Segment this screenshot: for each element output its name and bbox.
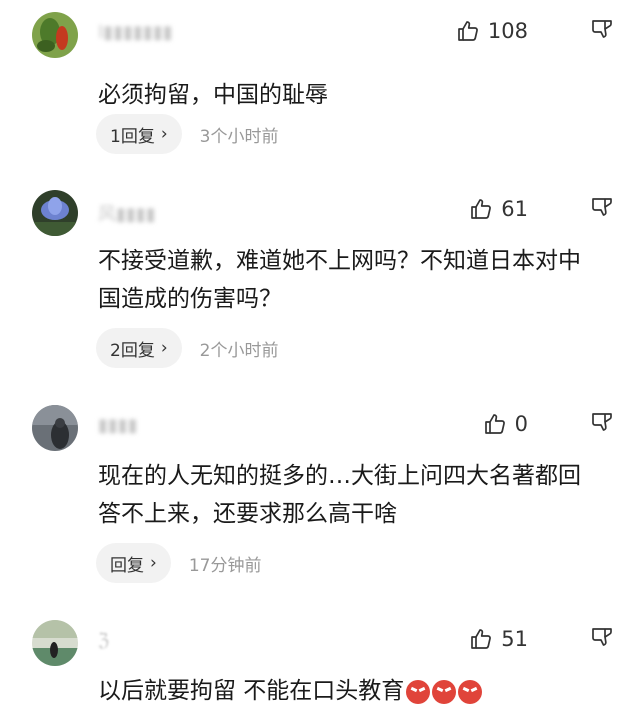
comment-text: 必须拘留，中国的耻辱 bbox=[98, 82, 328, 108]
comment-text: 不接受道歉，难道她不上网吗？不知道日本对中国造成的伤害吗？ bbox=[98, 248, 581, 312]
comment-meta: 回复 › 17分钟前 bbox=[96, 543, 261, 583]
chevron-right-icon: › bbox=[150, 553, 157, 573]
comment-item: 风▮▮▮▮ 61 不接受道歉，难道她不上网吗？不知道日本对中国造成的伤害吗？ 2… bbox=[0, 190, 640, 380]
like-button[interactable]: 51 bbox=[469, 624, 528, 654]
like-button[interactable]: 61 bbox=[469, 194, 528, 224]
timestamp: 2个小时前 bbox=[199, 340, 279, 361]
username[interactable]: I▮▮▮▮▮▮▮ bbox=[98, 22, 173, 43]
comment-item: I▮▮▮▮▮▮▮ 108 必须拘留，中国的耻辱 1回复 › 3个小时前 bbox=[0, 12, 640, 162]
thumbs-up-icon bbox=[458, 21, 478, 41]
thumbs-down-icon[interactable] bbox=[590, 196, 614, 220]
avatar[interactable] bbox=[32, 405, 78, 451]
like-button[interactable]: 0 bbox=[483, 409, 528, 439]
like-button[interactable]: 108 bbox=[456, 16, 528, 46]
thumbs-up-icon bbox=[484, 414, 505, 434]
comment-text-row: 以后就要拘留 不能在口头教育 bbox=[98, 672, 638, 710]
like-count: 61 bbox=[501, 197, 528, 221]
angry-emoji-icon bbox=[432, 679, 457, 704]
like-count: 0 bbox=[514, 412, 528, 436]
thumbs-up-icon bbox=[471, 629, 492, 649]
reply-label: 2回复 bbox=[110, 340, 155, 361]
angry-emoji-icon bbox=[406, 679, 431, 704]
thumbs-down-icon[interactable] bbox=[590, 626, 614, 650]
username[interactable]: ▮▮▮▮ bbox=[98, 415, 138, 436]
reply-button[interactable]: 回复 › bbox=[96, 543, 171, 583]
thumbs-down-icon[interactable] bbox=[590, 411, 614, 435]
timestamp: 3个小时前 bbox=[199, 126, 279, 147]
username[interactable]: 风▮▮▮▮ bbox=[98, 200, 156, 226]
reply-button[interactable]: 1回复 › bbox=[96, 114, 182, 154]
username[interactable]: ℨ bbox=[98, 630, 109, 651]
comment-text: 现在的人无知的挺多的…大街上问四大名著都回答不上来，还要求那么高干啥 bbox=[98, 463, 581, 527]
like-count: 108 bbox=[487, 19, 528, 43]
avatar[interactable] bbox=[32, 190, 78, 236]
chevron-right-icon: › bbox=[160, 124, 168, 144]
angry-emoji-icon bbox=[458, 679, 483, 704]
thumbs-up-icon bbox=[471, 199, 492, 219]
chevron-right-icon: › bbox=[160, 338, 168, 358]
comment-meta: 2回复 › 2个小时前 bbox=[96, 328, 278, 368]
comment-text: 以后就要拘留 不能在口头教育 bbox=[98, 678, 405, 704]
thumbs-down-icon[interactable] bbox=[590, 18, 614, 42]
reply-button[interactable]: 2回复 › bbox=[96, 328, 182, 368]
reply-label: 回复 bbox=[110, 555, 144, 576]
comment-item: ▮▮▮▮ 0 现在的人无知的挺多的…大街上问四大名著都回答不上来，还要求那么高干… bbox=[0, 405, 640, 595]
like-count: 51 bbox=[501, 627, 528, 651]
timestamp: 17分钟前 bbox=[188, 555, 262, 576]
comment-item: ℨ 51 以后就要拘留 不能在口头教育 bbox=[0, 620, 640, 704]
reply-label: 1回复 bbox=[110, 126, 155, 147]
avatar[interactable] bbox=[32, 620, 78, 666]
comment-meta: 1回复 › 3个小时前 bbox=[96, 114, 278, 154]
avatar[interactable] bbox=[32, 12, 78, 58]
